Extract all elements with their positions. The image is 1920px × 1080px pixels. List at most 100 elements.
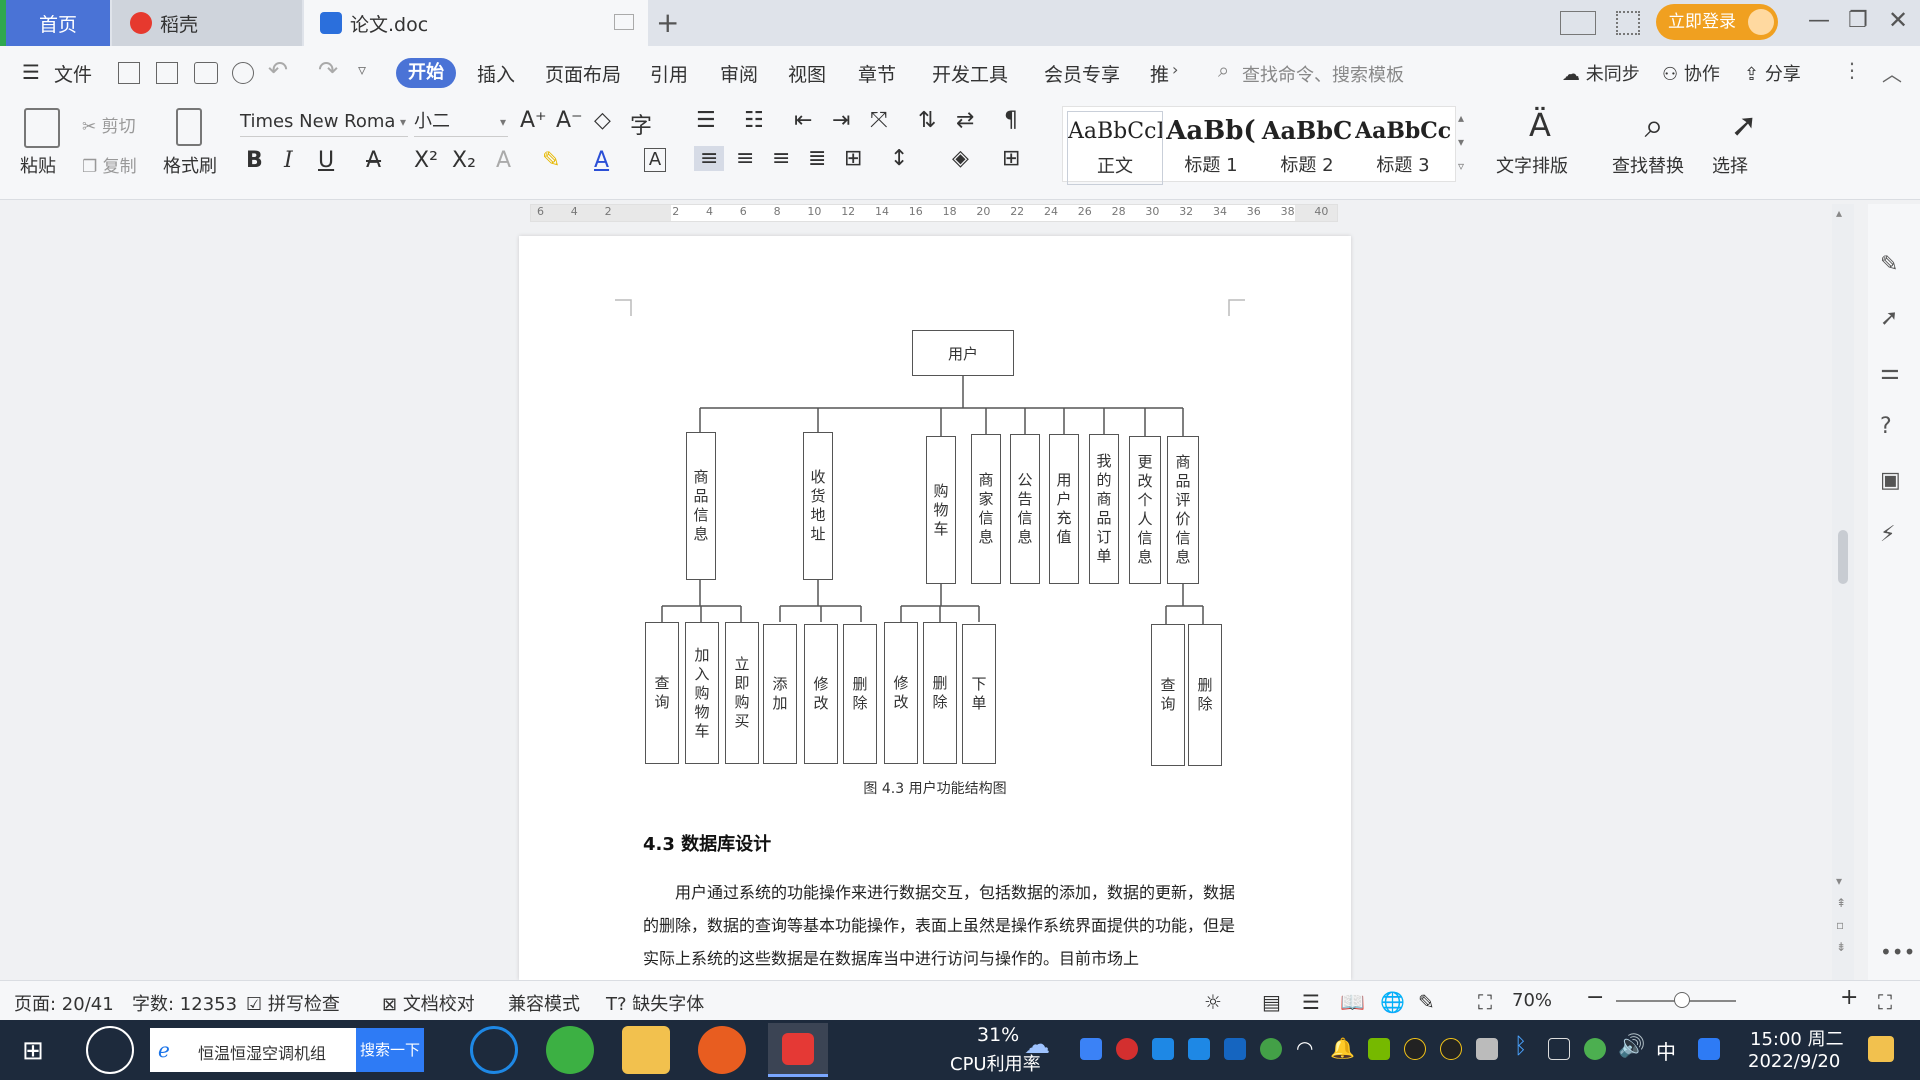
bullet-list-icon[interactable]: ☰	[696, 108, 716, 133]
tool-bolt-icon[interactable]: ⚡	[1880, 522, 1895, 547]
char-border-icon[interactable]: A	[644, 148, 666, 172]
align-left-icon[interactable]: ≡	[694, 146, 725, 171]
print-preview-icon[interactable]	[232, 62, 254, 84]
orange-app-icon[interactable]	[698, 1026, 746, 1074]
export-icon[interactable]	[156, 62, 178, 84]
page-indicator[interactable]: 页面: 20/41	[14, 990, 114, 1016]
paste-icon[interactable]	[24, 108, 60, 148]
bluetooth-icon[interactable]: ᛒ	[1514, 1034, 1527, 1059]
file-explorer-icon[interactable]	[622, 1026, 670, 1074]
menu-file[interactable]: 文件	[54, 60, 92, 87]
align-right-icon[interactable]: ≡	[772, 146, 790, 171]
scrollbar-thumb[interactable]	[1838, 530, 1848, 584]
writing-view-icon[interactable]: ✎	[1418, 990, 1435, 1014]
zoom-slider-handle[interactable]	[1674, 992, 1690, 1008]
find-replace-button[interactable]: 查找替换	[1612, 152, 1684, 178]
shading-icon[interactable]: ◈	[952, 146, 969, 171]
style-gallery-scroll-icon[interactable]: ▴ ▾ ▿	[1458, 106, 1464, 178]
reading-view-icon[interactable]: 📖	[1340, 990, 1365, 1014]
more-options-icon[interactable]: ⋮	[1842, 58, 1862, 82]
menu-insert[interactable]: 插入	[477, 60, 515, 87]
outline-view-icon[interactable]: ☰	[1302, 990, 1320, 1014]
menu-reference[interactable]: 引用	[650, 60, 688, 87]
image-tool-icon[interactable]: ▣	[1880, 468, 1901, 493]
text-direction-icon[interactable]: ⤧	[870, 108, 888, 133]
desktop-icon[interactable]	[614, 14, 634, 30]
font-color-icon[interactable]: A	[594, 148, 609, 173]
apps-grid-icon[interactable]	[1616, 11, 1640, 35]
decrease-font-icon[interactable]: A⁻	[556, 108, 583, 133]
phonetic-guide-icon[interactable]: 字	[630, 108, 652, 140]
ime-indicator[interactable]: 中	[1656, 1036, 1676, 1065]
login-button[interactable]: 立即登录	[1656, 4, 1778, 40]
menu-member[interactable]: 会员专享	[1044, 60, 1120, 87]
menu-recommend[interactable]: 推	[1150, 60, 1169, 87]
word-count[interactable]: 字数: 12353	[132, 990, 237, 1016]
shield-icon[interactable]	[1224, 1038, 1246, 1060]
spell-check-button[interactable]: ☑ 拼写检查	[246, 990, 340, 1016]
increase-font-icon[interactable]: A⁺	[520, 108, 547, 133]
highlight-icon[interactable]: ✎	[542, 148, 560, 173]
menu-developer[interactable]: 开发工具	[932, 60, 1008, 87]
layout-icon[interactable]	[1560, 11, 1596, 35]
qq-icon-1[interactable]	[1404, 1038, 1426, 1060]
clear-format-icon[interactable]: ◇	[594, 108, 611, 133]
borders-icon[interactable]: ⊞	[1002, 146, 1020, 171]
restore-icon[interactable]: ❐	[1848, 8, 1868, 33]
wps-taskbar-item[interactable]	[768, 1023, 828, 1077]
tray-app-5-icon[interactable]	[1260, 1038, 1282, 1060]
zoom-in-icon[interactable]: +	[1840, 985, 1858, 1010]
document-page[interactable]: 用户 商品信息 收货地址 购物车 商家信息 公告信息 用户充值 我的商品订单 更改个人信息 商品…	[519, 236, 1351, 980]
align-center-icon[interactable]: ≡	[736, 146, 754, 171]
swirl-app-icon[interactable]	[86, 1026, 134, 1074]
minimize-icon[interactable]: —	[1808, 8, 1830, 33]
missing-font-button[interactable]: T? 缺失字体	[606, 990, 704, 1016]
text-layout-button[interactable]: 文字排版	[1496, 152, 1568, 178]
style-normal[interactable]: AaBbCcI 正文	[1067, 111, 1163, 185]
bold-icon[interactable]: B	[246, 148, 263, 173]
tray-app-2-icon[interactable]	[1116, 1038, 1138, 1060]
strikethrough-icon[interactable]: A	[366, 148, 381, 173]
hamburger-icon[interactable]: ☰	[22, 60, 40, 84]
nvidia-icon[interactable]	[1368, 1038, 1390, 1060]
font-name-select[interactable]: Times New Roma ▾	[240, 107, 408, 137]
sidebar-more-icon[interactable]: •••	[1880, 940, 1915, 964]
tray-app-3-icon[interactable]	[1152, 1038, 1174, 1060]
taskbar-search-box[interactable]: ℯ 恒温恒湿空调机组	[150, 1028, 356, 1072]
close-icon[interactable]: ✕	[1888, 6, 1908, 34]
tab-daoke[interactable]: 稻壳	[112, 0, 302, 46]
usb-device-icon[interactable]	[1548, 1038, 1570, 1060]
numbered-list-icon[interactable]: ☷	[744, 108, 764, 133]
menu-review[interactable]: 审阅	[720, 60, 758, 87]
new-tab-plus-icon[interactable]: +	[656, 6, 679, 39]
battery-icon[interactable]	[1476, 1038, 1498, 1060]
tab-document[interactable]: 论文.doc	[304, 0, 648, 46]
justify-icon[interactable]: ≣	[808, 146, 826, 171]
menu-more-chevron-icon[interactable]: ›	[1172, 60, 1178, 79]
sync-status[interactable]: ☁ 未同步	[1562, 60, 1640, 86]
sort-icon[interactable]: ⇅	[918, 108, 936, 133]
collab-button[interactable]: ⚇ 协作	[1662, 60, 1720, 86]
eye-protect-icon[interactable]: ☼	[1204, 990, 1222, 1014]
show-marks-icon[interactable]: ¶	[1004, 108, 1018, 133]
subscript-icon[interactable]: X₂	[452, 148, 476, 173]
green-browser-icon[interactable]	[546, 1026, 594, 1074]
qq-icon-2[interactable]	[1440, 1038, 1462, 1060]
decrease-indent-icon[interactable]: ⇤	[794, 108, 812, 133]
font-size-select[interactable]: 小二 ▾	[414, 107, 508, 137]
text-effect-icon[interactable]: A	[496, 148, 511, 173]
notification-bell-icon[interactable]: 🔔	[1330, 1036, 1355, 1060]
style-heading-1[interactable]: AaBb(标题 1	[1163, 111, 1259, 185]
tab-home[interactable]: 首页	[6, 0, 110, 46]
page-view-icon[interactable]: ▤	[1262, 990, 1281, 1014]
volume-icon[interactable]: 🔊	[1618, 1034, 1645, 1059]
print-icon[interactable]	[194, 62, 218, 84]
style-heading-3[interactable]: AaBbCcl 标题 3	[1355, 111, 1451, 185]
cut-button[interactable]: ✂ 剪切	[82, 112, 136, 137]
taskbar-search-button[interactable]: 搜索一下	[356, 1028, 424, 1072]
style-heading-2[interactable]: AaBbC 标题 2	[1259, 111, 1355, 185]
horizontal-ruler[interactable]: 6 4 2 2 4 6 8 10 12 14 16 18 20 22 24 26 28 30 32 34 36 38 40	[530, 204, 1338, 222]
menu-page-layout[interactable]: 页面布局	[545, 60, 621, 87]
help-icon[interactable]: ?	[1880, 414, 1892, 439]
select-button[interactable]: 选择	[1712, 152, 1748, 178]
